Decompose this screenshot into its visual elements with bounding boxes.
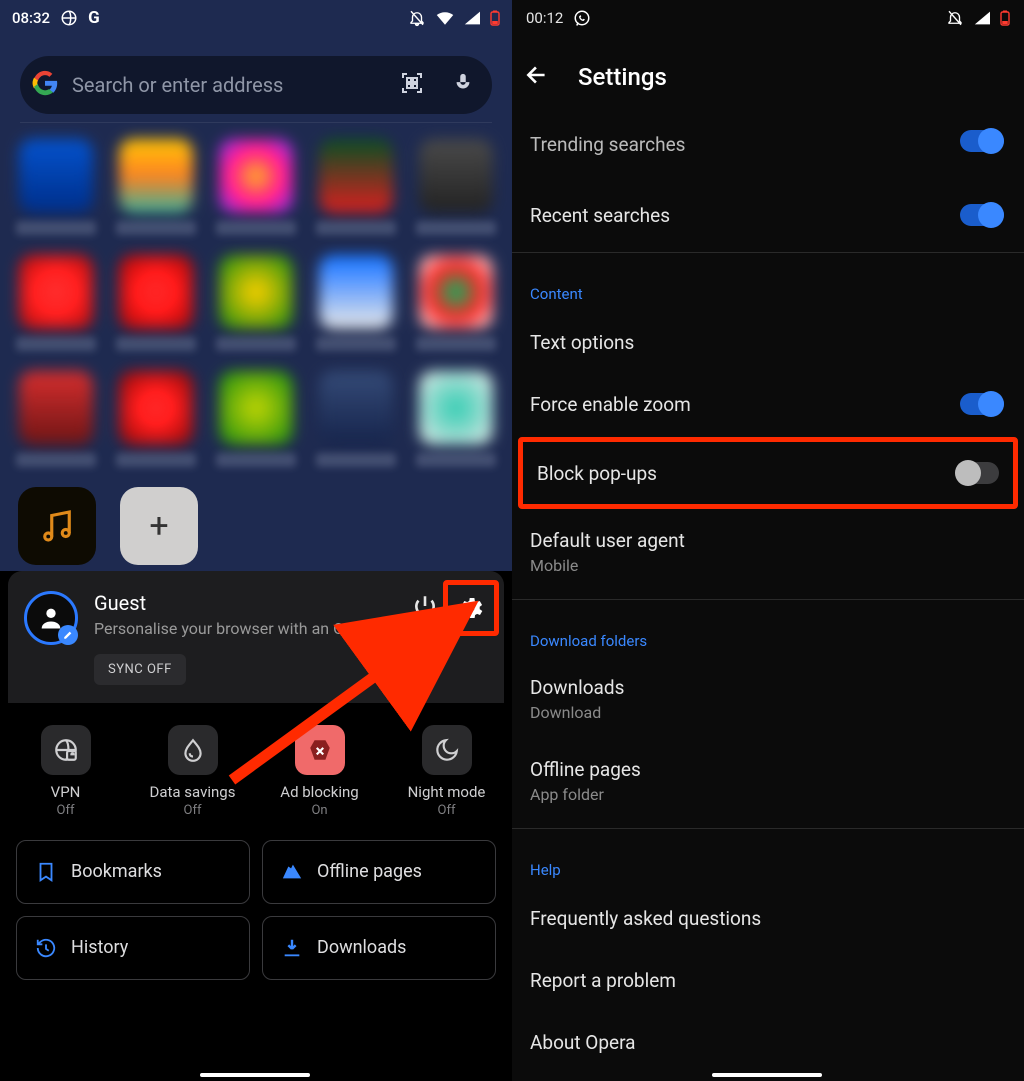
google-g-icon: G: [88, 8, 100, 28]
data-savings-toggle[interactable]: Data savings Off: [134, 725, 252, 818]
sync-chip[interactable]: SYNC OFF: [94, 654, 186, 685]
speed-dial-tile[interactable]: [111, 139, 201, 249]
google-logo-icon: [32, 70, 58, 100]
setting-force-zoom[interactable]: Force enable zoom: [512, 373, 1024, 435]
wifi-icon: [436, 11, 454, 25]
qr-scan-icon[interactable]: [400, 71, 424, 99]
signal-icon: x: [464, 11, 480, 25]
toggle-on-icon[interactable]: [960, 130, 1004, 152]
offline-pages-button[interactable]: Offline pages: [262, 840, 496, 904]
speed-dial-tile[interactable]: [411, 371, 501, 481]
ad-blocking-toggle[interactable]: Ad blocking On: [261, 725, 379, 818]
setting-recent-searches[interactable]: Recent searches: [512, 184, 1024, 246]
setting-report-problem[interactable]: Report a problem: [512, 949, 1024, 1011]
vpn-toggle[interactable]: VPN Off: [7, 725, 125, 818]
toggle-off-icon[interactable]: [955, 462, 999, 484]
toggle-on-icon[interactable]: [960, 204, 1004, 226]
speed-dial-tile[interactable]: [211, 139, 301, 249]
mic-icon[interactable]: [452, 72, 474, 98]
firefox-icon: [60, 9, 78, 27]
speed-dial-tile[interactable]: [411, 139, 501, 249]
speed-dial-tile[interactable]: [11, 139, 101, 249]
speed-dial-tile[interactable]: [11, 371, 101, 481]
history-button[interactable]: History: [16, 916, 250, 980]
add-speed-dial-button[interactable]: +: [120, 487, 198, 565]
section-header-downloads: Download folders: [512, 606, 1024, 658]
search-placeholder: Search or enter address: [72, 73, 386, 97]
downloads-button[interactable]: Downloads: [262, 916, 496, 980]
edit-avatar-icon: [58, 625, 78, 645]
settings-button[interactable]: [448, 585, 494, 631]
section-header-help: Help: [512, 835, 1024, 887]
setting-default-user-agent[interactable]: Default user agent Mobile: [512, 511, 1024, 593]
speed-dial-tile[interactable]: [311, 255, 401, 365]
dnd-icon: [408, 9, 426, 27]
speed-dial-tile[interactable]: [311, 139, 401, 249]
speed-dial-tile[interactable]: [211, 255, 301, 365]
avatar[interactable]: [24, 591, 78, 645]
bookmarks-button[interactable]: Bookmarks: [16, 840, 250, 904]
speed-dial-grid: +: [0, 123, 512, 565]
setting-downloads-folder[interactable]: Downloads Download: [512, 658, 1024, 740]
opera-settings-screen: 00:12 Settings Trending searches: [512, 0, 1024, 1081]
status-time: 08:32: [12, 9, 50, 27]
speed-dial-tile[interactable]: [111, 255, 201, 365]
whatsapp-icon: [573, 9, 591, 27]
nav-bar-pill: [712, 1073, 822, 1077]
speed-dial-tile[interactable]: [311, 371, 401, 481]
night-mode-toggle[interactable]: Night mode Off: [388, 725, 506, 818]
page-title: Settings: [578, 63, 667, 91]
speed-dial-tile[interactable]: [11, 255, 101, 365]
speed-dial-tile[interactable]: [211, 371, 301, 481]
status-bar: 08:32 G x: [0, 0, 512, 32]
dnd-icon: [946, 9, 964, 27]
battery-low-icon: [1000, 10, 1010, 26]
setting-offline-pages-folder[interactable]: Offline pages App folder: [512, 740, 1024, 822]
setting-faq[interactable]: Frequently asked questions: [512, 887, 1024, 949]
status-time: 00:12: [526, 9, 563, 27]
setting-block-popups[interactable]: Block pop-ups: [523, 442, 1013, 504]
nav-bar-pill: [200, 1073, 310, 1077]
quick-toggles: VPN Off Data savings Off Ad blocking On …: [0, 703, 512, 828]
battery-low-icon: [490, 10, 500, 26]
back-button[interactable]: [524, 62, 550, 92]
settings-header: Settings: [512, 32, 1024, 114]
nav-grid: Bookmarks Offline pages History Download…: [0, 828, 512, 980]
section-header-content: Content: [512, 259, 1024, 311]
menu-sheet: Guest Personalise your browser with an O…: [0, 571, 512, 1081]
svg-text:x: x: [466, 13, 469, 19]
signal-icon: [974, 11, 990, 25]
setting-about-opera[interactable]: About Opera: [512, 1011, 1024, 1073]
status-bar: 00:12: [512, 0, 1024, 32]
power-icon[interactable]: [412, 593, 438, 623]
speed-dial-tile[interactable]: [111, 371, 201, 481]
music-tile[interactable]: [18, 487, 96, 565]
plus-icon: +: [149, 506, 168, 546]
account-card: Guest Personalise your browser with an O…: [8, 571, 504, 703]
opera-home-screen: 08:32 G x: [0, 0, 512, 1081]
toggle-on-icon[interactable]: [960, 393, 1004, 415]
speed-dial-tile[interactable]: [411, 255, 501, 365]
search-bar[interactable]: Search or enter address: [20, 56, 492, 114]
setting-trending-searches[interactable]: Trending searches: [512, 122, 1024, 184]
highlight-box: Block pop-ups: [518, 437, 1018, 509]
setting-text-options[interactable]: Text options: [512, 311, 1024, 373]
